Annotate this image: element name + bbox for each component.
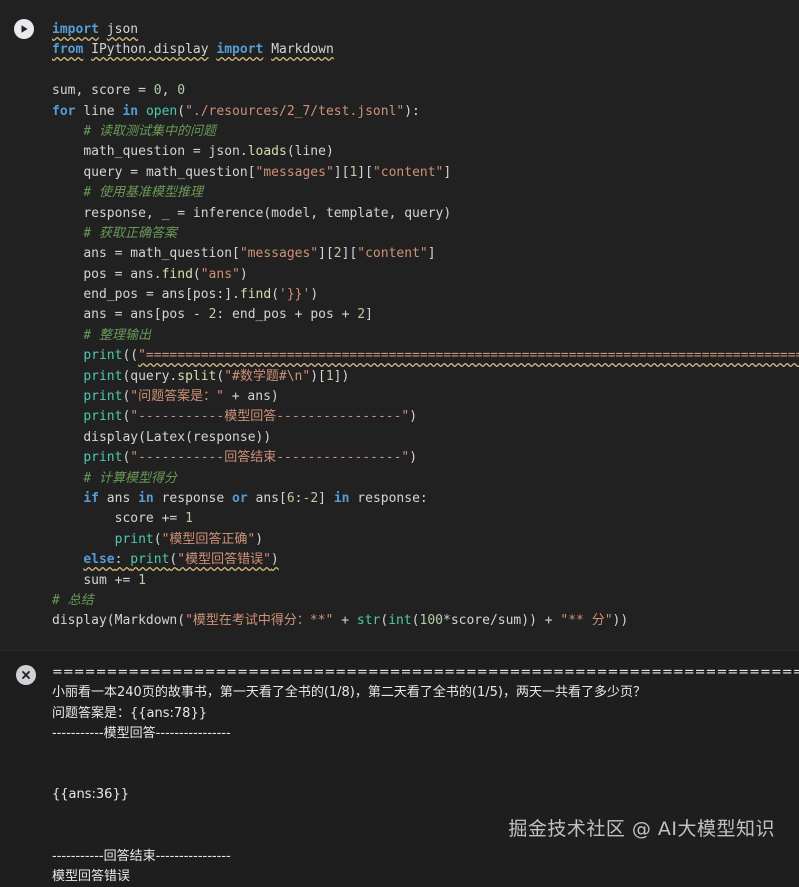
code-line: # 总结 bbox=[52, 592, 94, 608]
clear-output-button[interactable] bbox=[16, 665, 36, 685]
code-line: # 计算模型得分 bbox=[83, 470, 177, 486]
code-line: # 使用基准模型推理 bbox=[83, 185, 203, 201]
code-line: ans = ans[pos - 2: end_pos + pos + 2] bbox=[83, 307, 373, 323]
run-cell-button[interactable] bbox=[14, 19, 34, 39]
code-line: from IPython.display import Markdown bbox=[52, 42, 334, 58]
code-line: response, _ = inference(model, template,… bbox=[83, 205, 452, 221]
code-line: print("问题答案是：" + ans) bbox=[83, 389, 279, 405]
code-line: print("-----------回答结束----------------") bbox=[83, 450, 418, 466]
code-cell[interactable]: import json from IPython.display import M… bbox=[0, 0, 799, 651]
code-line: score += 1 bbox=[114, 511, 193, 527]
code-line: math_question = json.loads(line) bbox=[83, 144, 334, 160]
code-line: print("-----------模型回答----------------") bbox=[83, 409, 418, 425]
output-line: -----------回答结束---------------- bbox=[52, 848, 231, 864]
code-line: print("模型回答正确") bbox=[114, 531, 264, 547]
code-line: if ans in response or ans[6:-2] in respo… bbox=[83, 490, 428, 506]
cell-output: ========================================… bbox=[0, 651, 799, 884]
close-icon bbox=[22, 671, 30, 679]
play-icon bbox=[21, 25, 28, 33]
output-line: {{ans:36}} bbox=[52, 787, 129, 803]
code-line: # 获取正确答案 bbox=[83, 225, 177, 241]
code-line: display(Latex(response)) bbox=[83, 429, 272, 445]
code-line: # 整理输出 bbox=[83, 327, 151, 343]
code-line: import json bbox=[52, 22, 139, 37]
code-line: # 读取测试集中的问题 bbox=[83, 123, 216, 139]
code-line: query = math_question["messages"][1]["co… bbox=[83, 164, 452, 180]
code-line: for line in open("./resources/2_7/test.j… bbox=[52, 103, 420, 119]
code-editor[interactable]: import json from IPython.display import M… bbox=[52, 20, 799, 632]
code-line: display(Markdown("模型在考试中得分：**" + str(int… bbox=[52, 613, 629, 629]
output-line: 小丽看一本240页的故事书，第一天看了全书的(1/8)，第二天看了全书的(1/5… bbox=[52, 685, 646, 701]
watermark: 掘金技术社区 @ AI大模型知识 bbox=[508, 818, 775, 840]
output-line: 模型回答错误 bbox=[52, 868, 131, 884]
code-line: ans = math_question["messages"][2]["cont… bbox=[83, 246, 436, 262]
code-line: pos = ans.find("ans") bbox=[83, 266, 248, 282]
output-line: ========================================… bbox=[52, 665, 799, 680]
code-line: else: print("模型回答错误") bbox=[83, 552, 279, 568]
code-line: sum += 1 bbox=[83, 572, 146, 588]
code-line: print(("================================… bbox=[83, 348, 799, 364]
output-line: 问题答案是：{{ans:78}} bbox=[52, 705, 207, 721]
code-line: sum, score = 0, 0 bbox=[52, 83, 186, 99]
output-line: -----------模型回答---------------- bbox=[52, 726, 231, 742]
code-line: end_pos = ans[pos:].find('}}') bbox=[83, 287, 319, 303]
code-line: print(query.split("#数学题#\n")[1]) bbox=[83, 368, 350, 384]
output-text: ========================================… bbox=[52, 663, 799, 887]
